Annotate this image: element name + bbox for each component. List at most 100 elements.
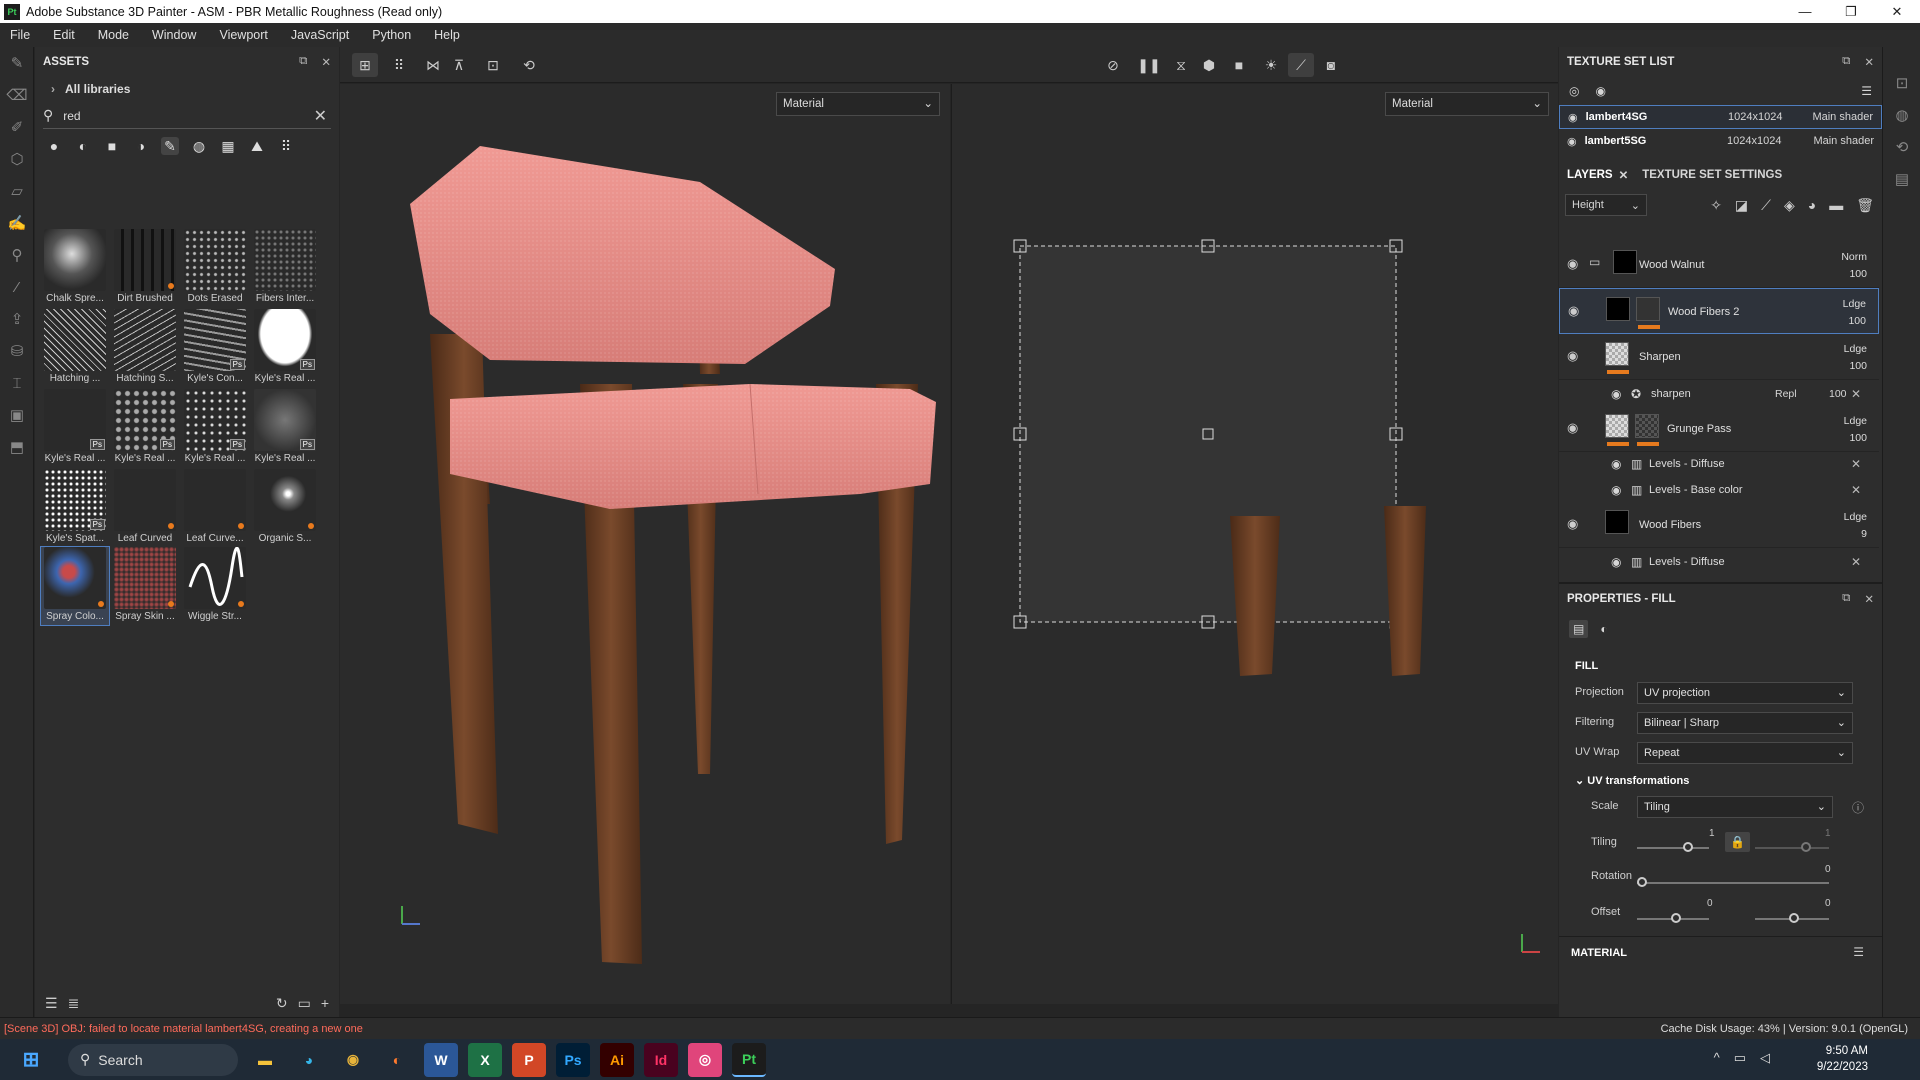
layer-blend-mode[interactable]: Ldge <box>1843 298 1866 310</box>
remove-effect-icon[interactable]: ✕ <box>1851 483 1861 497</box>
filter-all-icon[interactable]: ⠿ <box>277 137 295 155</box>
layer-opacity[interactable]: 100 <box>1849 268 1867 280</box>
asset-item[interactable]: Ps Kyle's Real ... <box>181 389 249 467</box>
asset-item[interactable]: Organic S... <box>251 469 319 547</box>
material-sphere-icon[interactable]: ◐ <box>1600 622 1607 636</box>
asset-item[interactable]: Leaf Curved <box>111 469 179 547</box>
tiling-u-slider[interactable] <box>1637 847 1709 849</box>
single-view-icon[interactable]: ⊞ <box>352 53 378 77</box>
frame-icon[interactable]: ⊡ <box>480 53 506 77</box>
viewport-3d[interactable]: Material ⌄ <box>340 84 950 1004</box>
add-smart-material-icon[interactable]: ◕ <box>1808 197 1816 214</box>
asset-item[interactable]: Hatching S... <box>111 309 179 387</box>
network-icon[interactable]: ▭ <box>1734 1050 1746 1066</box>
light-icon[interactable]: ☀ <box>1258 53 1284 77</box>
close-panel-icon[interactable]: ✕ <box>321 55 331 69</box>
volume-icon[interactable]: ◁ <box>1760 1050 1770 1066</box>
add-paint-layer-icon[interactable]: ⟋ <box>1761 197 1771 214</box>
asset-item[interactable]: Dots Erased <box>181 229 249 307</box>
eye-icon[interactable]: ◉ <box>1611 555 1621 569</box>
asset-item[interactable]: Spray Skin ... <box>111 547 179 625</box>
mirror-icon[interactable]: ⧖ <box>1168 53 1194 77</box>
tab-layers[interactable]: LAYERS <box>1567 169 1613 181</box>
menu-javascript[interactable]: JavaScript <box>291 28 349 42</box>
taskbar-clock[interactable]: 9:50 AM 9/22/2023 <box>1817 1043 1868 1075</box>
asset-item[interactable]: Wiggle Str... <box>181 546 249 625</box>
align-icon[interactable]: ⊼ <box>446 53 472 77</box>
effect-row[interactable]: ◉ ▥ Levels - Diffuse ✕ <box>1559 550 1879 574</box>
info-icon[interactable]: ⓘ <box>1852 799 1864 816</box>
asset-item[interactable]: Leaf Curve... <box>181 469 249 547</box>
effect-opacity[interactable]: 100 <box>1829 388 1847 400</box>
layer-opacity[interactable]: 100 <box>1848 315 1866 327</box>
folder-icon[interactable]: ▭ <box>298 995 311 1012</box>
filter-mask-icon[interactable]: ■ <box>103 137 121 155</box>
asset-item[interactable]: Ps Kyle's Real ... <box>111 389 179 467</box>
eye-icon[interactable]: ◉ <box>1611 483 1621 497</box>
projection-dropdown[interactable]: UV projection ⌄ <box>1637 682 1853 704</box>
tiling-v-slider[interactable] <box>1755 847 1829 849</box>
eye-icon[interactable]: ◉ <box>1567 420 1583 436</box>
delete-layer-icon[interactable]: 🗑 <box>1856 197 1874 214</box>
asset-item[interactable]: Ps Kyle's Real ... <box>41 389 109 467</box>
eye-icon[interactable]: ◉ <box>1568 111 1578 124</box>
hide-icon[interactable]: ⊘ <box>1100 53 1126 77</box>
indesign-icon[interactable]: Id <box>644 1042 678 1077</box>
remove-effect-icon[interactable]: ✕ <box>1851 457 1861 471</box>
menu-file[interactable]: File <box>10 28 30 42</box>
substance-painter-icon[interactable]: Pt <box>732 1042 766 1077</box>
eraser-icon[interactable]: ⌫ <box>0 79 34 111</box>
visibility-toggle-icon[interactable]: ◎ <box>1569 84 1579 98</box>
refresh-icon[interactable]: ↻ <box>276 995 288 1012</box>
scale-dropdown[interactable]: Tiling ⌄ <box>1637 796 1833 818</box>
smudge-icon[interactable]: ✍ <box>0 207 34 239</box>
tiling-v-knob[interactable] <box>1801 842 1811 852</box>
remove-effect-icon[interactable]: ✕ <box>1851 387 1861 401</box>
undock-icon[interactable]: ⧉ <box>299 55 307 69</box>
minimize-icon[interactable]: — <box>1782 0 1828 23</box>
menu-edit[interactable]: Edit <box>53 28 75 42</box>
eye-icon[interactable]: ◉ <box>1567 256 1583 272</box>
texture-set-row[interactable]: ◉ lambert5SG 1024x1024 Main shader <box>1559 129 1882 153</box>
layer-row[interactable]: ◉ ▭ Wood Walnut Norm 100 <box>1559 242 1879 288</box>
geometry-fill-icon[interactable]: ⬡ <box>0 143 34 175</box>
search-input[interactable] <box>63 108 284 123</box>
menu-mode[interactable]: Mode <box>98 28 129 42</box>
tab-texture-set-settings[interactable]: TEXTURE SET SETTINGS <box>1642 169 1782 181</box>
menu-icon[interactable]: ☰ <box>1861 84 1872 98</box>
lock-icon[interactable]: 🔒 <box>1725 832 1750 852</box>
asset-item[interactable]: Ps Kyle's Real ... <box>251 309 319 387</box>
filter-environment-icon[interactable]: ⛰ <box>248 137 266 155</box>
pause-icon[interactable]: ❚❚ <box>1136 53 1162 77</box>
fill-settings-icon[interactable]: ▤ <box>1569 620 1589 638</box>
maximize-icon[interactable]: ❐ <box>1828 0 1874 23</box>
list-view-icon[interactable]: ☰ <box>45 995 58 1012</box>
display-icon[interactable]: ◍ <box>1883 99 1920 131</box>
layer-blend-mode[interactable]: Ldge <box>1844 343 1867 355</box>
eye-icon[interactable]: ◉ <box>1611 457 1621 471</box>
rotation-knob[interactable] <box>1637 877 1647 887</box>
tiled-view-icon[interactable]: ⠿ <box>386 53 412 77</box>
symmetry-icon[interactable]: ⋈ <box>420 53 446 77</box>
filter-filter-icon[interactable]: ◑ <box>132 137 150 155</box>
layer-row-selected[interactable]: ◉ Wood Fibers 2 Ldge 100 <box>1559 288 1879 334</box>
eye-icon[interactable]: ◉ <box>1611 387 1621 401</box>
eye-icon[interactable]: ◉ <box>1567 516 1583 532</box>
menu-python[interactable]: Python <box>372 28 411 42</box>
projection-icon[interactable]: ✐ <box>0 111 34 143</box>
layer-row[interactable]: ◉ Grunge Pass Ldge 100 <box>1559 406 1879 452</box>
word-icon[interactable]: W <box>424 1042 458 1077</box>
filter-grid-icon[interactable]: ▦ <box>219 137 237 155</box>
effect-row[interactable]: ◉ ✪ sharpen Repl 100 ✕ <box>1559 382 1879 406</box>
taskbar-search[interactable]: ⚲ Search <box>68 1043 238 1076</box>
texture-set-row[interactable]: ◉ lambert4SG 1024x1024 Main shader <box>1559 105 1882 129</box>
excel-icon[interactable]: X <box>468 1042 502 1077</box>
illustrator-icon[interactable]: Ai <box>600 1042 634 1077</box>
menu-help[interactable]: Help <box>434 28 460 42</box>
details-view-icon[interactable]: ≣ <box>68 995 80 1012</box>
clear-search-icon[interactable]: ✕ <box>314 106 327 126</box>
screenshot-icon[interactable]: ◙ <box>1318 53 1344 77</box>
asset-item[interactable]: Hatching ... <box>41 309 109 387</box>
eye-icon[interactable]: ◉ <box>1567 348 1583 364</box>
add-mask-icon[interactable]: ◪ <box>1735 197 1748 214</box>
